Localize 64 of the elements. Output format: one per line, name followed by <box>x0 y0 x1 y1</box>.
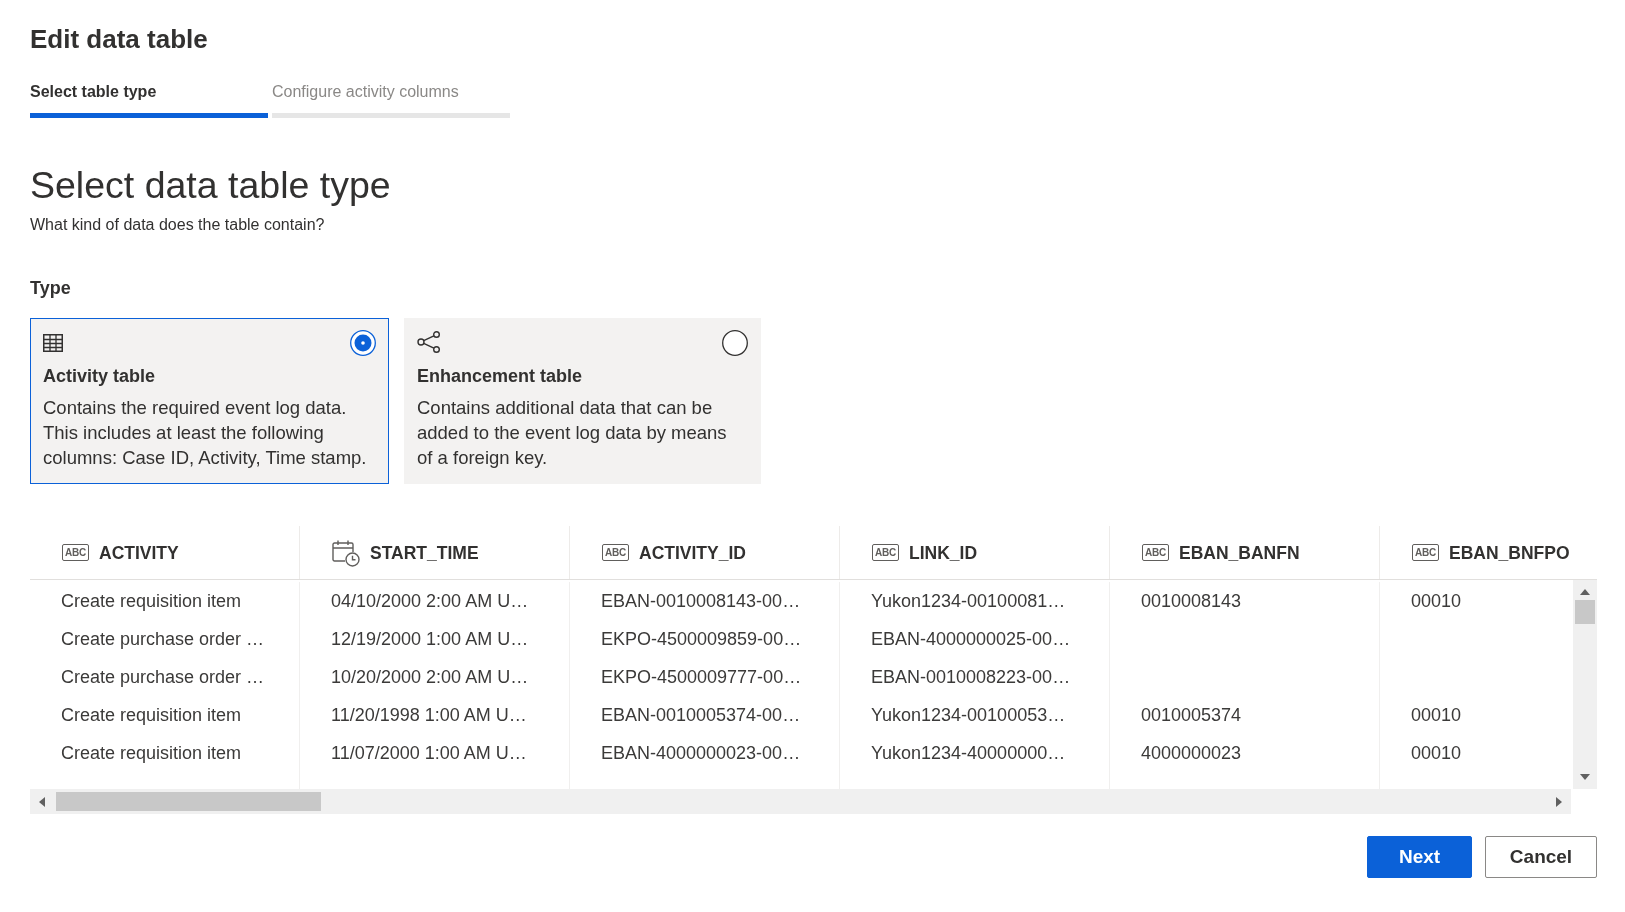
radio-button[interactable] <box>350 330 376 356</box>
table-cell: Create purchase order … <box>61 628 265 650</box>
table-grid-icon <box>43 334 63 352</box>
page-heading: Select data table type <box>30 163 391 207</box>
option-description: Contains additional data that can be added to the event log data by means of a foreign key. <box>417 396 728 470</box>
step-tab[interactable]: Configure activity columns <box>272 82 510 118</box>
column-header: ACTIVITY_ID <box>639 541 746 564</box>
page-subheading: What kind of data does the table contain? <box>30 215 325 235</box>
table-cell: 11/07/2000 1:00 AM U… <box>331 742 527 764</box>
table-cell: 12/19/2000 1:00 AM U… <box>331 628 529 650</box>
table-cell: EKPO-4500009777-00… <box>601 666 802 688</box>
table-cell: Create requisition item <box>61 742 242 764</box>
horizontal-scrollbar[interactable] <box>30 789 1571 814</box>
type-badge: ABC <box>62 544 89 561</box>
table-cell: Create purchase order … <box>61 666 265 688</box>
step-tab[interactable]: Select table type <box>30 82 268 118</box>
table-cell: 11/20/1998 1:00 AM U… <box>331 704 527 726</box>
next-button[interactable]: Next <box>1367 836 1472 878</box>
option-card[interactable]: Activity table Contains the required event log data. This includes at least the following columns: Case ID, Activity, Time stamp. <box>30 318 389 484</box>
type-badge: ABC <box>872 544 899 561</box>
table-cell: EBAN-0010005374-00… <box>601 704 801 726</box>
table-cell: 00010 <box>1411 590 1462 612</box>
table-cell: 04/10/2000 2:00 AM U… <box>331 590 529 612</box>
column-header: START_TIME <box>370 541 479 564</box>
cancel-button[interactable]: Cancel <box>1485 836 1597 878</box>
table-cell: 0010005374 <box>1141 704 1242 726</box>
scroll-right-icon[interactable] <box>1555 796 1563 807</box>
table-cell: 00010 <box>1411 742 1462 764</box>
table-cell: EBAN-4000000025-00… <box>871 628 1071 650</box>
option-description: Contains the required event log data. This includes at least the following columns: Case ID, Activity, Time stamp. <box>43 396 368 470</box>
table-cell: Create requisition item <box>61 590 242 612</box>
table-cell: 00010 <box>1411 704 1462 726</box>
vertical-scrollbar[interactable] <box>1573 580 1597 789</box>
scroll-up-icon[interactable] <box>1580 588 1590 596</box>
table-cell: 0010008143 <box>1141 590 1242 612</box>
option-card[interactable]: Enhancement table Contains additional data that can be added to the event log data by means of a foreign key. <box>404 318 761 484</box>
scrollbar-thumb[interactable] <box>1575 600 1595 624</box>
option-title: Enhancement table <box>417 365 583 388</box>
scroll-down-icon[interactable] <box>1580 773 1590 781</box>
table-cell: Yukon1234-00100053… <box>871 704 1066 726</box>
node-graph-icon <box>417 331 441 353</box>
scrollbar-thumb[interactable] <box>56 792 321 811</box>
table-cell: 10/20/2000 2:00 AM U… <box>331 666 529 688</box>
table-cell: EBAN-0010008143-00… <box>601 590 801 612</box>
table-cell: Create requisition item <box>61 704 242 726</box>
section-label: Type <box>30 277 71 300</box>
table-cell: Yukon1234-40000000… <box>871 742 1066 764</box>
column-header: EBAN_BANFN <box>1179 541 1300 564</box>
type-badge: ABC <box>602 544 629 561</box>
column-header: EBAN_BNFPO <box>1449 541 1570 564</box>
type-badge: ABC <box>1142 544 1169 561</box>
radio-button[interactable] <box>722 330 748 356</box>
table-cell: EBAN-0010008223-00… <box>871 666 1071 688</box>
table-cell: 4000000023 <box>1141 742 1242 764</box>
dialog-title: Edit data table <box>30 23 208 56</box>
calendar-clock-icon <box>332 538 360 567</box>
column-header: ACTIVITY <box>99 541 179 564</box>
table-cell: EKPO-4500009859-00… <box>601 628 802 650</box>
table-cell: Yukon1234-00100081… <box>871 590 1066 612</box>
column-header: LINK_ID <box>909 541 978 564</box>
option-title: Activity table <box>43 365 156 388</box>
scroll-left-icon[interactable] <box>38 796 46 807</box>
type-badge: ABC <box>1412 544 1439 561</box>
table-cell: EBAN-4000000023-00… <box>601 742 801 764</box>
